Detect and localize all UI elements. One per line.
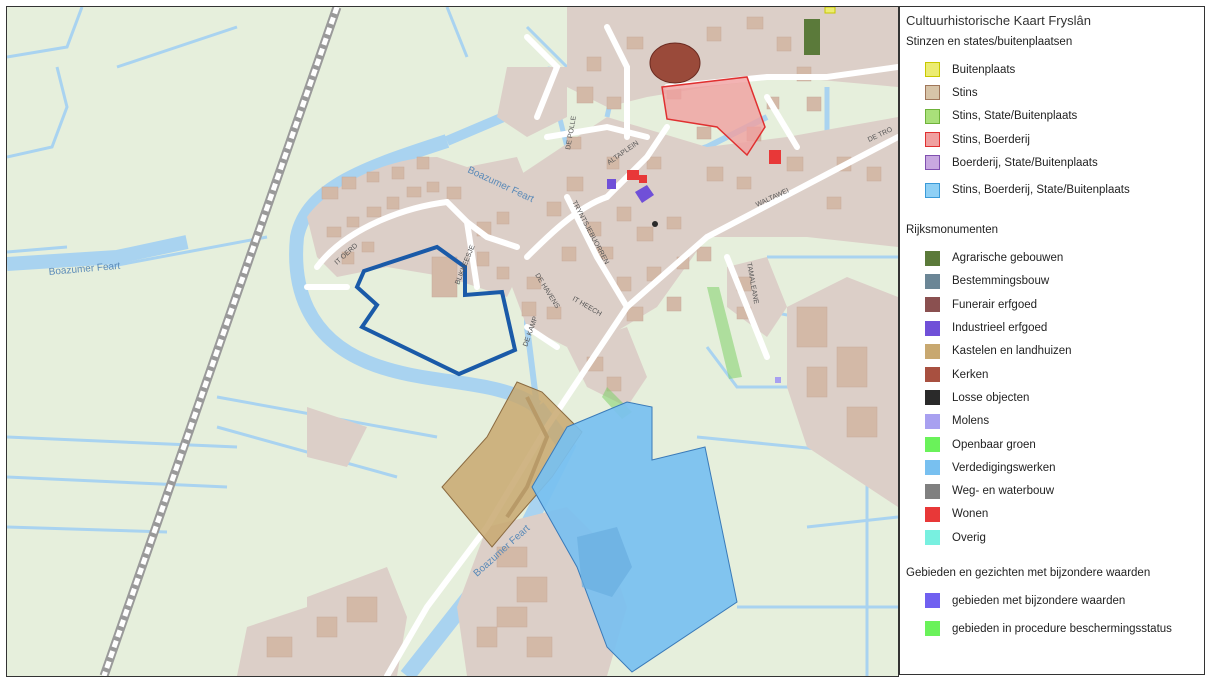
legend-section-heading: Gebieden en gezichten met bijzondere waa…: [906, 567, 1151, 580]
legend-swatch: [925, 413, 940, 429]
legend-item-label: Kastelen en landhuizen: [952, 345, 1072, 358]
legend-item-label: Wonen: [952, 508, 989, 521]
legend-item[interactable]: Kerken: [906, 363, 1198, 386]
legend-item[interactable]: Overig: [906, 526, 1198, 549]
legend-item[interactable]: Buitenplaats: [906, 58, 1198, 81]
legend-item[interactable]: Bestemmingsbouw: [906, 270, 1198, 293]
legend-swatch: [925, 273, 940, 289]
legend-item-label: Stins, Boerderij, State/Buitenplaats: [952, 184, 1130, 197]
legend-swatch: [925, 530, 940, 546]
legend-swatch: [925, 155, 940, 171]
legend-item[interactable]: Stins, Boerderij: [906, 128, 1198, 151]
legend-item[interactable]: Boerderij, State/Buitenplaats: [906, 151, 1198, 174]
legend-panel: Cultuurhistorische Kaart Fryslân Stinzen…: [899, 6, 1205, 675]
legend-item-label: Losse objecten: [952, 391, 1030, 404]
legend-body: Stinzen en states/buitenplaatsen Buitenpl…: [906, 36, 1198, 645]
legend-item-label: gebieden met bijzondere waarden: [952, 594, 1126, 607]
legend-swatch: [925, 62, 940, 78]
legend-section-heading: Rijksmonumenten: [906, 224, 999, 237]
legend-item[interactable]: Openbaar groen: [906, 433, 1198, 456]
legend-item-label: Stins: [952, 86, 978, 99]
legend-item-label: Stins, State/Buitenplaats: [952, 110, 1078, 123]
legend-item[interactable]: gebieden met bijzondere waarden: [906, 589, 1198, 612]
wonen-feature-3[interactable]: [639, 175, 647, 183]
industrieel-feature-1[interactable]: [607, 179, 616, 189]
legend-swatch: [925, 593, 940, 609]
legend-swatch: [925, 483, 940, 499]
legend-item-label: Funerair erfgoed: [952, 298, 1038, 311]
legend-item-label: Openbaar groen: [952, 438, 1036, 451]
legend-section-heading: Stinzen en states/buitenplaatsen: [906, 36, 1073, 48]
wonen-feature-2[interactable]: [627, 170, 639, 180]
wonen-feature-1[interactable]: [769, 150, 781, 164]
legend-item[interactable]: Industrieel erfgoed: [906, 316, 1198, 339]
legend-item-label: Agrarische gebouwen: [952, 252, 1064, 265]
legend-swatch: [925, 250, 940, 266]
legend-swatch: [925, 132, 940, 148]
legend-item-label: Boerderij, State/Buitenplaats: [952, 156, 1098, 169]
legend-item-label: Buitenplaats: [952, 63, 1016, 76]
legend-item-label: Stins, Boerderij: [952, 133, 1030, 146]
losse-object-feature[interactable]: [652, 221, 658, 227]
legend-gap: [906, 206, 1198, 218]
legend-item-label: Overig: [952, 531, 986, 544]
legend-item[interactable]: Stins, State/Buitenplaats: [906, 105, 1198, 128]
legend-swatch: [925, 437, 940, 452]
legend-item-label: gebieden in procedure beschermingsstatus: [952, 622, 1172, 635]
legend-item[interactable]: Kastelen en landhuizen: [906, 340, 1198, 363]
legend-swatch: [925, 85, 940, 101]
legend-item[interactable]: Funerair erfgoed: [906, 293, 1198, 316]
legend-item-label: Molens: [952, 415, 990, 428]
legend-swatch: [925, 367, 940, 383]
legend-item[interactable]: Stins, Boerderij, State/Buitenplaats: [906, 174, 1198, 206]
legend-item[interactable]: Losse objecten: [906, 386, 1198, 409]
legend-swatch: [925, 343, 940, 359]
buitenplaats-area[interactable]: [824, 7, 836, 14]
legend-item[interactable]: Wonen: [906, 503, 1198, 526]
legend-item-label: Weg- en waterbouw: [952, 485, 1055, 498]
legend-title: Cultuurhistorische Kaart Fryslân: [906, 13, 1091, 28]
legend-swatch: [925, 506, 940, 522]
legend-swatch: [925, 460, 940, 476]
legend-gap: [906, 549, 1198, 561]
legend-item[interactable]: Stins: [906, 81, 1198, 104]
molen-feature[interactable]: [775, 377, 781, 383]
legend-item[interactable]: Weg- en waterbouw: [906, 479, 1198, 502]
funerair-erfgoed-area[interactable]: [649, 42, 701, 84]
legend-swatch: [925, 297, 940, 313]
legend-item-label: Kerken: [952, 368, 989, 381]
legend-swatch: [925, 108, 940, 124]
agrarische-gebouwen-area[interactable]: [804, 19, 820, 55]
legend-item[interactable]: Verdedigingswerken: [906, 456, 1198, 479]
legend-item[interactable]: gebieden in procedure beschermingsstatus: [906, 613, 1198, 645]
legend-swatch: [925, 182, 940, 198]
legend-item-label: Industrieel erfgoed: [952, 322, 1048, 335]
legend-item-label: Bestemmingsbouw: [952, 275, 1050, 288]
legend-swatch: [925, 621, 940, 637]
legend-item[interactable]: Molens: [906, 410, 1198, 433]
legend-swatch: [925, 390, 940, 406]
legend-item-label: Verdedigingswerken: [952, 461, 1056, 474]
legend-item[interactable]: Agrarische gebouwen: [906, 246, 1198, 269]
map-canvas[interactable]: Boazumer Feart Boazumer Feart Boazumer F…: [7, 7, 898, 676]
legend-swatch: [925, 320, 940, 336]
map-view[interactable]: Boazumer Feart Boazumer Feart Boazumer F…: [6, 6, 899, 677]
